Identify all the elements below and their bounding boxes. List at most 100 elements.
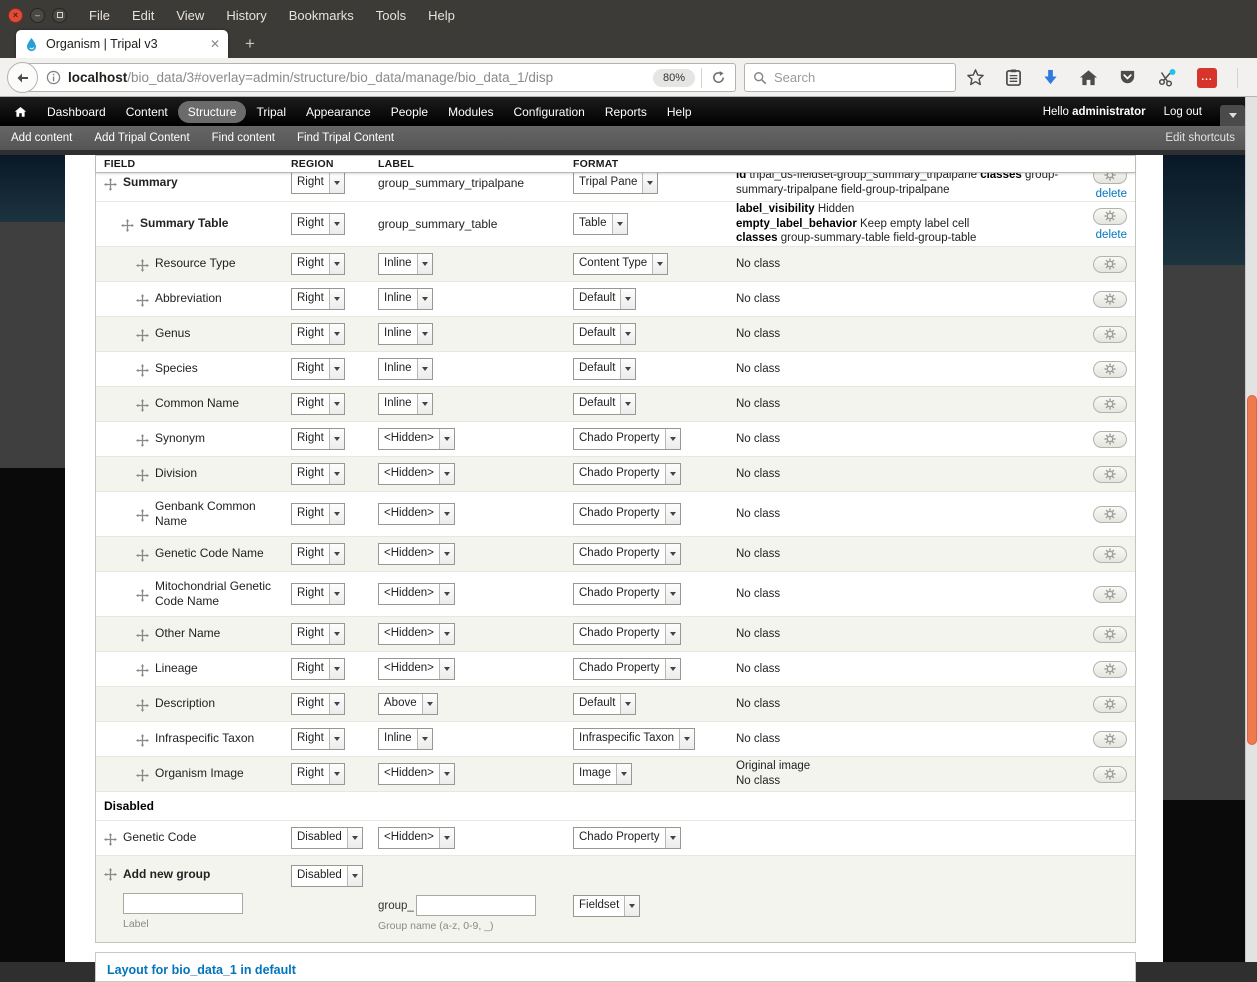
drag-handle-icon[interactable] — [136, 259, 149, 272]
menu-bookmarks[interactable]: Bookmarks — [289, 8, 354, 23]
edit-settings-button[interactable] — [1093, 291, 1127, 308]
format-select[interactable]: Default — [573, 358, 636, 380]
admin-menu-tripal[interactable]: Tripal — [246, 101, 296, 123]
admin-menu-reports[interactable]: Reports — [595, 101, 657, 123]
region-select[interactable]: Right — [291, 583, 345, 605]
region-select[interactable]: Right — [291, 463, 345, 485]
drag-handle-icon[interactable] — [136, 469, 149, 482]
drag-handle-icon[interactable] — [136, 329, 149, 342]
admin-menu-dashboard[interactable]: Dashboard — [37, 101, 116, 123]
admin-home-icon[interactable] — [0, 102, 37, 122]
new-group-name-input[interactable] — [416, 895, 536, 916]
label-select[interactable]: Inline — [378, 358, 433, 380]
label-select[interactable]: <Hidden> — [378, 623, 455, 645]
drag-handle-icon[interactable] — [136, 589, 149, 602]
region-select[interactable]: Right — [291, 623, 345, 645]
region-select[interactable]: Right — [291, 173, 345, 194]
edit-settings-button[interactable] — [1093, 208, 1127, 225]
edit-settings-button[interactable] — [1093, 173, 1127, 184]
region-select[interactable]: Right — [291, 728, 345, 750]
admin-menu-people[interactable]: People — [381, 101, 438, 123]
admin-menu-structure[interactable]: Structure — [178, 101, 247, 123]
region-select[interactable]: Right — [291, 503, 345, 525]
admin-menu-configuration[interactable]: Configuration — [503, 101, 594, 123]
drag-handle-icon[interactable] — [104, 833, 117, 846]
tab-close-icon[interactable]: ✕ — [210, 37, 220, 51]
drag-handle-icon[interactable] — [136, 364, 149, 377]
screenshot-tool-icon[interactable] — [1157, 68, 1177, 87]
admin-menu-content[interactable]: Content — [116, 101, 178, 123]
drag-handle-icon[interactable] — [136, 434, 149, 447]
edit-settings-button[interactable] — [1093, 326, 1127, 343]
bookmark-star-icon[interactable] — [966, 68, 985, 87]
format-select[interactable]: Default — [573, 323, 636, 345]
label-select[interactable]: Inline — [378, 393, 433, 415]
region-select[interactable]: Right — [291, 693, 345, 715]
format-select[interactable]: Content Type — [573, 253, 668, 275]
edit-shortcuts-link[interactable]: Edit shortcuts — [1165, 132, 1235, 144]
edit-settings-button[interactable] — [1093, 466, 1127, 483]
drag-handle-icon[interactable] — [136, 699, 149, 712]
drag-handle-icon[interactable] — [136, 294, 149, 307]
edit-settings-button[interactable] — [1093, 361, 1127, 378]
label-select[interactable]: <Hidden> — [378, 827, 455, 849]
pocket-icon[interactable] — [1118, 68, 1137, 87]
region-select[interactable]: Right — [291, 358, 345, 380]
edit-settings-button[interactable] — [1093, 661, 1127, 678]
menu-view[interactable]: View — [176, 8, 204, 23]
format-select[interactable]: Default — [573, 393, 636, 415]
format-select[interactable]: Chado Property — [573, 428, 681, 450]
menu-edit[interactable]: Edit — [132, 8, 154, 23]
window-maximize-button[interactable] — [52, 8, 67, 23]
edit-settings-button[interactable] — [1093, 696, 1127, 713]
edit-settings-button[interactable] — [1093, 506, 1127, 523]
region-select[interactable]: Right — [291, 428, 345, 450]
edit-settings-button[interactable] — [1093, 586, 1127, 603]
label-select[interactable]: <Hidden> — [378, 763, 455, 785]
toolbar-toggle-button[interactable] — [1220, 105, 1245, 126]
drag-handle-icon[interactable] — [121, 219, 134, 232]
format-select[interactable]: Default — [573, 693, 636, 715]
lastpass-icon[interactable]: ... — [1197, 68, 1217, 88]
drag-handle-icon[interactable] — [136, 399, 149, 412]
format-select[interactable]: Image — [573, 763, 632, 785]
url-bar[interactable]: localhost/bio_data/3#overlay=admin/struc… — [23, 63, 736, 92]
format-select[interactable]: Chado Property — [573, 583, 681, 605]
label-select[interactable]: <Hidden> — [378, 463, 455, 485]
menu-history[interactable]: History — [226, 8, 266, 23]
window-minimize-button[interactable]: – — [30, 8, 45, 23]
admin-menu-modules[interactable]: Modules — [438, 101, 503, 123]
new-group-label-input[interactable] — [123, 893, 243, 914]
format-select[interactable]: Chado Property — [573, 543, 681, 565]
search-input[interactable]: Search — [744, 63, 956, 92]
admin-menu-help[interactable]: Help — [657, 101, 702, 123]
format-select[interactable]: Chado Property — [573, 658, 681, 680]
region-select[interactable]: Right — [291, 658, 345, 680]
delete-link[interactable]: delete — [1096, 229, 1127, 241]
region-select[interactable]: Right — [291, 543, 345, 565]
zoom-level-badge[interactable]: 80% — [653, 69, 695, 87]
drag-handle-icon[interactable] — [136, 509, 149, 522]
label-select[interactable]: <Hidden> — [378, 658, 455, 680]
format-select[interactable]: Chado Property — [573, 827, 681, 849]
label-select[interactable]: Inline — [378, 728, 433, 750]
drag-handle-icon[interactable] — [104, 178, 117, 191]
label-select[interactable]: Inline — [378, 288, 433, 310]
site-info-icon[interactable] — [46, 70, 61, 85]
format-select[interactable]: Chado Property — [573, 623, 681, 645]
format-select[interactable]: Tripal Pane — [573, 173, 658, 194]
new-tab-button[interactable]: + — [238, 35, 262, 52]
edit-settings-button[interactable] — [1093, 396, 1127, 413]
edit-settings-button[interactable] — [1093, 256, 1127, 273]
drag-handle-icon[interactable] — [136, 769, 149, 782]
downloads-icon[interactable] — [1042, 68, 1059, 87]
reload-button[interactable] — [702, 70, 735, 85]
region-select[interactable]: Disabled — [291, 827, 363, 849]
region-select[interactable]: Right — [291, 393, 345, 415]
browser-tab[interactable]: Organism | Tripal v3 ✕ — [16, 30, 228, 58]
drag-handle-icon[interactable] — [136, 664, 149, 677]
format-select[interactable]: Table — [573, 213, 628, 235]
scrollbar-thumb[interactable] — [1247, 395, 1257, 745]
region-select[interactable]: Right — [291, 213, 345, 235]
admin-menu-appearance[interactable]: Appearance — [296, 101, 381, 123]
